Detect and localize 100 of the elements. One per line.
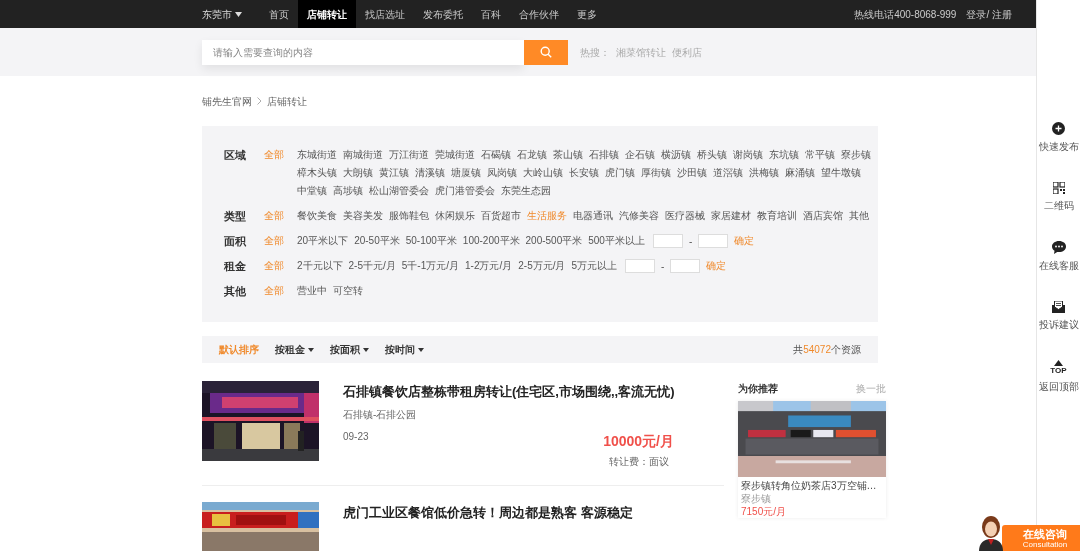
chevron-icon: [257, 97, 262, 105]
filter-option[interactable]: 5万元以上: [571, 257, 618, 275]
recommend-item-price: 7150元/月: [741, 506, 788, 518]
filter-option[interactable]: 2-5万元/月: [518, 257, 566, 275]
filter-option[interactable]: 服饰鞋包: [389, 207, 429, 225]
filter-option[interactable]: 石龙镇: [517, 146, 547, 164]
range-max-field[interactable]: [670, 259, 701, 273]
search-button[interactable]: [524, 39, 568, 65]
nav-link[interactable]: 发布委托: [414, 0, 472, 28]
filter-option[interactable]: 其他: [849, 207, 869, 225]
filter-option[interactable]: 厚街镇: [641, 164, 671, 182]
sort-option[interactable]: 按租金: [275, 342, 314, 357]
filter-option[interactable]: 教育培训: [757, 207, 797, 225]
filter-option[interactable]: 营业中: [297, 282, 327, 300]
result-count: 共54072个资源: [793, 343, 861, 357]
filter-option[interactable]: 酒店宾馆: [803, 207, 843, 225]
filter-option[interactable]: 中堂镇: [297, 182, 327, 200]
filter-option[interactable]: 塘厦镇: [451, 164, 481, 182]
nav-link[interactable]: 更多: [568, 0, 606, 28]
filter-option[interactable]: 高埗镇: [333, 182, 363, 200]
listing-price: 10000元/月: [603, 432, 674, 451]
range-max-field[interactable]: [698, 234, 729, 248]
filter-option[interactable]: 东莞生态园: [501, 182, 551, 200]
range-min-field[interactable]: [625, 259, 656, 273]
filter-option[interactable]: 医疗器械: [665, 207, 705, 225]
filter-option[interactable]: 樟木头镇: [297, 164, 337, 182]
filter-option[interactable]: 2千元以下: [297, 257, 343, 275]
filter-option[interactable]: 寮步镇: [841, 146, 871, 164]
listing-title[interactable]: 石排镇餐饮店整栋带租房转让(住宅区,市场围绕,,客流无忧): [343, 383, 724, 401]
filter-label: 其他: [224, 284, 247, 299]
filter-option[interactable]: 桥头镇: [697, 146, 727, 164]
filter-option[interactable]: 茶山镇: [553, 146, 583, 164]
chat-bubble-icon: [1051, 241, 1066, 254]
filter-option[interactable]: 可空转: [333, 282, 363, 300]
side-tool-button[interactable]: 在线客服: [1038, 241, 1079, 273]
side-tool-button[interactable]: 投诉建议: [1038, 301, 1079, 332]
range-min-field[interactable]: [652, 234, 683, 248]
filter-option[interactable]: 2-5千元/月: [348, 257, 396, 275]
filter-option[interactable]: 200-500平米: [525, 232, 583, 250]
filter-option[interactable]: 500平米以上: [588, 232, 645, 250]
listing-title[interactable]: 虎门工业区餐馆低价急转！周边都是熟客 客源稳定: [343, 504, 724, 522]
filter-option[interactable]: 石排镇: [589, 146, 619, 164]
breadcrumb-link[interactable]: 店铺转让: [267, 93, 307, 109]
side-tool-button[interactable]: 快速发布: [1038, 122, 1079, 154]
breadcrumb-link[interactable]: 铺先生官网: [202, 93, 252, 109]
filter-option[interactable]: 长安镇: [569, 164, 599, 182]
nav-link[interactable]: 首页: [260, 0, 298, 28]
city-selector[interactable]: 东莞市: [202, 6, 242, 22]
filter-option[interactable]: 南城街道: [343, 146, 383, 164]
filter-option[interactable]: 50-100平米: [405, 232, 457, 250]
sort-option[interactable]: 按时间: [385, 342, 424, 357]
filter-option[interactable]: 莞城街道: [435, 146, 475, 164]
filter-label: 类型: [224, 209, 247, 224]
filter-label: 区域: [224, 148, 247, 163]
filter-option[interactable]: 1-2万元/月: [465, 257, 513, 275]
filter-option[interactable]: 望牛墩镇: [821, 164, 861, 182]
nav-link[interactable]: 百科: [472, 0, 510, 28]
filter-option[interactable]: 石碣镇: [481, 146, 511, 164]
filter-option[interactable]: 虎门镇: [605, 164, 635, 182]
sort-option[interactable]: 按面积: [330, 342, 369, 357]
filter-option[interactable]: 横沥镇: [661, 146, 691, 164]
login-link[interactable]: 登录/ 注册: [966, 6, 1012, 22]
filter-option[interactable]: 美容美发: [343, 207, 383, 225]
recommend-title: 为你推荐: [738, 381, 778, 396]
filter-option[interactable]: 万江街道: [389, 146, 429, 164]
filter-option[interactable]: 东坑镇: [769, 146, 799, 164]
side-tool-button[interactable]: TOP 返回顶部: [1038, 360, 1079, 394]
filter-option[interactable]: 凤岗镇: [487, 164, 517, 182]
filter-option[interactable]: 百货超市: [481, 207, 521, 225]
filter-option[interactable]: 20-50平米: [354, 232, 400, 250]
nav-link[interactable]: 找店选址: [356, 0, 414, 28]
listing-location: 石排镇-石排公园: [343, 408, 418, 422]
filter-option[interactable]: 大岭山镇: [523, 164, 563, 182]
filter-option[interactable]: 虎门港管委会: [435, 182, 495, 200]
filter-option[interactable]: 家居建材: [711, 207, 751, 225]
filter-option[interactable]: 黄江镇: [379, 164, 409, 182]
nav-link[interactable]: 店铺转让: [298, 0, 356, 28]
filter-option[interactable]: 大朗镇: [343, 164, 373, 182]
recommend-card[interactable]: 寮步镇转角位奶茶店3万空铺… 寮步镇 7150元/月: [738, 401, 886, 518]
range-separator: -: [688, 234, 693, 249]
filter-option[interactable]: 松山湖管委会: [369, 182, 429, 200]
filter-option[interactable]: 沙田镇: [677, 164, 707, 182]
filter-option[interactable]: 餐饮美食: [297, 207, 337, 225]
filter-option[interactable]: 麻涌镇: [785, 164, 815, 182]
filter-option[interactable]: 谢岗镇: [733, 146, 763, 164]
filter-option[interactable]: 企石镇: [625, 146, 655, 164]
filter-option[interactable]: 清溪镇: [415, 164, 445, 182]
filter-option[interactable]: 道滘镇: [713, 164, 743, 182]
filter-option[interactable]: 电器通讯: [573, 207, 613, 225]
filter-option[interactable]: 5千-1万元/月: [401, 257, 460, 275]
nav-link[interactable]: 合作伙伴: [510, 0, 568, 28]
filter-option[interactable]: 常平镇: [805, 146, 835, 164]
side-tool-button[interactable]: 二维码: [1043, 182, 1074, 213]
filter-option[interactable]: 汽修美容: [619, 207, 659, 225]
filter-option[interactable]: 20平米以下: [297, 232, 349, 250]
filter-option[interactable]: 洪梅镇: [749, 164, 779, 182]
filter-option[interactable]: 东城街道: [297, 146, 337, 164]
filter-option[interactable]: 100-200平米: [462, 232, 520, 250]
search-field[interactable]: 请输入需要查询的内容: [202, 39, 524, 65]
filter-option[interactable]: 休闲娱乐: [435, 207, 475, 225]
